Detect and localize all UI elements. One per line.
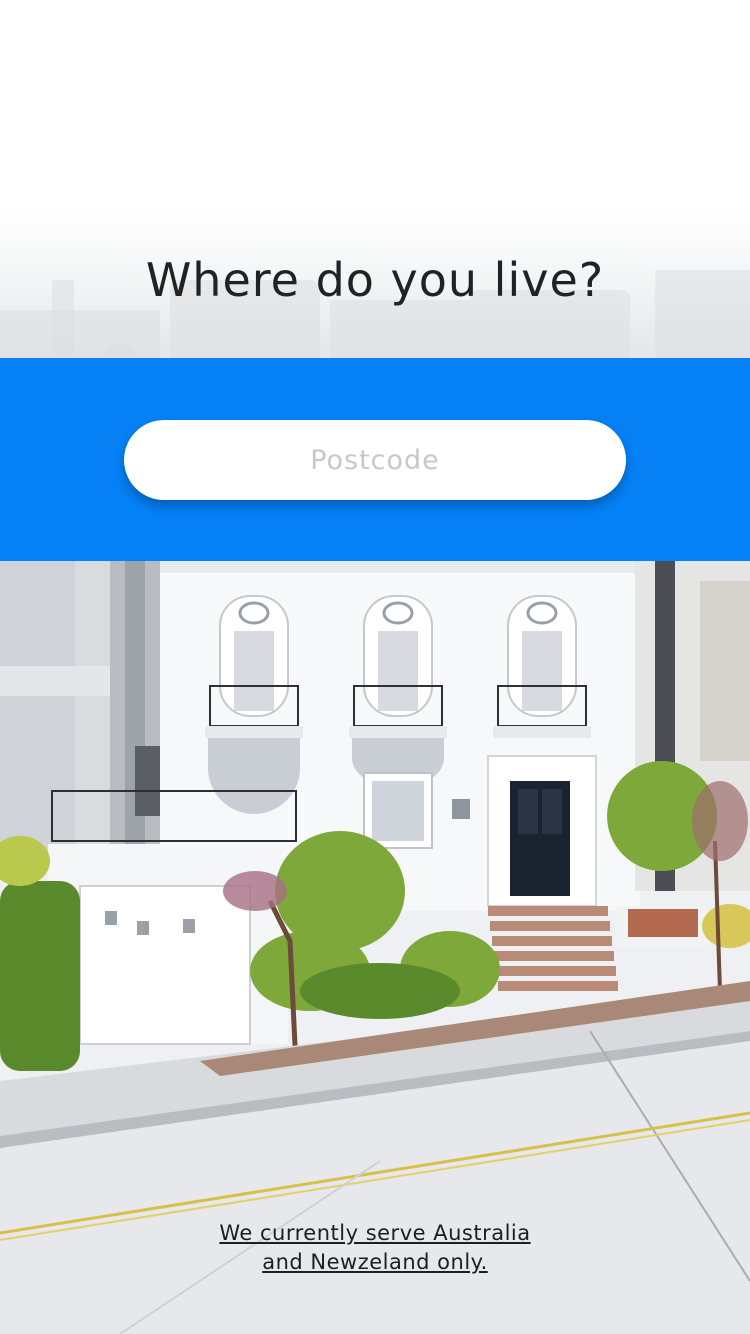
page-title: Where do you live? [145,253,605,307]
postcode-input[interactable] [124,420,626,500]
header-area: Where do you live? [0,0,750,358]
service-area-note-line1[interactable]: We currently serve Australia [0,1219,750,1248]
service-area-note-line2[interactable]: and Newzeland only. [0,1248,750,1277]
screen: Where do you live? Postcode We currently… [0,0,750,1334]
service-area-note[interactable]: We currently serve Australia and Newzela… [0,1219,750,1277]
postcode-band [0,358,750,561]
